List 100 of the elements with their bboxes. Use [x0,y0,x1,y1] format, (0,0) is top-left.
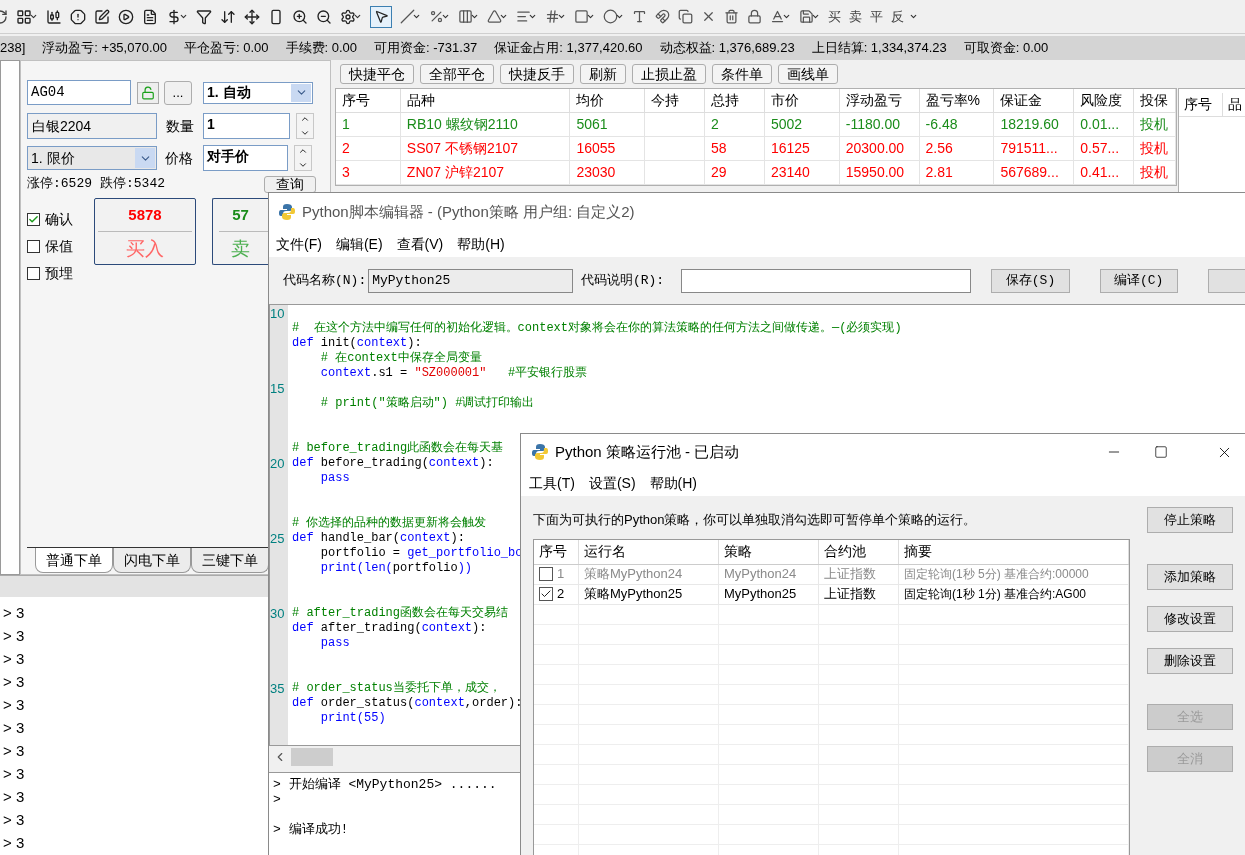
save-icon[interactable] [799,9,814,24]
price-type-select[interactable]: 1. 限价 [27,146,157,170]
copy-icon[interactable] [678,9,693,24]
column-header[interactable]: 市价 [764,89,840,112]
column-header[interactable]: 序号 [534,539,579,564]
action-button[interactable]: 快捷反手 [500,64,574,84]
menu-item[interactable]: 文件(F) [276,233,322,255]
menu-item[interactable]: 编辑(E) [335,233,383,255]
caret-icon[interactable] [586,12,595,21]
column-header[interactable]: 风险度 [1074,89,1135,112]
grid-icon[interactable] [16,8,32,25]
table-row[interactable]: 1 RB10 螺纹钢2110 5061 2 5002 -1180.00 -6.48 18219.60 0.01... 投机 [336,113,1176,137]
menu-item[interactable]: 设置(S) [588,472,636,494]
alert-icon[interactable] [70,8,86,25]
action-button[interactable]: 快捷平仓 [340,64,414,84]
toolbar-text-button[interactable]: 买 [828,6,841,27]
scrollbar-thumb[interactable] [291,748,333,766]
caret-icon[interactable] [528,12,537,21]
column-header[interactable]: 策略 [719,539,819,564]
pool-button[interactable]: 添加策略 [1147,564,1233,590]
caret-icon[interactable] [557,12,566,21]
code-field[interactable]: AG04 [27,80,131,105]
list-icon[interactable] [516,9,531,24]
toolbar-text-button[interactable]: 平 [870,6,883,27]
caret-icon[interactable] [179,12,188,21]
editor-button[interactable]: 编译(C) [1099,268,1178,293]
pool-button[interactable]: 停止策略 [1147,507,1233,533]
name-field[interactable]: MyPython25 [368,268,573,293]
action-button[interactable]: 全部平仓 [420,64,494,84]
menu-item[interactable]: 帮助(H) [649,472,697,494]
action-button[interactable]: 刷新 [580,64,626,84]
table-row[interactable]: 3 ZN07 沪锌2107 23030 29 23140 15950.00 2.81 567689... 0.41... 投机 [336,161,1176,185]
rectangle-icon[interactable] [268,8,284,25]
sell-button[interactable]: 57 卖 [212,198,268,265]
checkbox[interactable] [27,213,40,226]
checkbox[interactable] [27,267,40,280]
trash-icon[interactable] [724,9,739,24]
strategy-row[interactable]: 2 策略MyPython25 MyPython25 上证指数 固定轮询(1秒 1分) 基准合约:AG00 [534,584,1129,605]
caret-icon[interactable] [441,12,450,21]
column-header[interactable]: 摘要 [899,539,1129,564]
pointer-tool[interactable] [370,5,392,28]
text-icon[interactable] [632,9,647,24]
column-header[interactable]: 浮动盈亏 [839,89,920,112]
pool-button[interactable]: 修改设置 [1147,606,1233,632]
column-header[interactable]: 总持 [705,89,765,112]
hash-icon[interactable] [545,9,560,24]
column-header[interactable]: 运行名 [579,539,719,564]
circle-icon[interactable] [603,9,618,24]
column-header[interactable]: 保证金 [994,89,1075,112]
move-icon[interactable] [244,8,260,25]
pool-button[interactable]: 删除设置 [1147,648,1233,674]
settings-icon[interactable] [340,8,356,25]
query-button[interactable]: 查询 [264,175,316,193]
delete-icon[interactable] [701,9,716,24]
columns-icon[interactable] [458,9,473,24]
order-tab[interactable]: 闪电下单 [113,548,191,573]
column-header[interactable]: 序号 [1179,93,1223,116]
action-button[interactable]: 画线单 [778,64,838,84]
table-row[interactable]: 2 SS07 不锈钢2107 16055 58 16125 20300.00 2.56 791511... 0.57... 投机 [336,137,1176,161]
column-header[interactable]: 品种 [400,89,571,112]
square-icon[interactable] [574,9,589,24]
toolbar-text-button[interactable]: 反 [891,6,904,27]
maximize-icon[interactable] [1154,445,1169,459]
caret-icon[interactable] [615,12,624,21]
column-header[interactable]: 今持 [645,89,706,112]
column-header[interactable]: 均价 [570,89,646,112]
action-button[interactable]: 条件单 [712,64,772,84]
column-header[interactable]: 序号 [336,89,401,112]
dollar-icon[interactable] [166,8,182,25]
caret-icon[interactable] [782,12,791,21]
zoom-out-icon[interactable] [316,8,332,25]
checkbox[interactable] [539,587,553,601]
column-header[interactable]: 品 [1223,93,1245,116]
caret-icon[interactable] [412,12,421,21]
caret-icon[interactable] [353,12,362,21]
document-icon[interactable] [142,8,158,25]
lock-icon[interactable] [747,9,762,24]
play-icon[interactable] [118,8,134,25]
sort-icon[interactable] [220,8,236,25]
caret-icon[interactable] [909,12,918,21]
quantity-field[interactable]: 1 [203,113,290,139]
buy-button[interactable]: 5878 买入 [94,198,196,265]
menu-item[interactable]: 工具(T) [529,472,575,494]
description-field[interactable] [680,268,972,293]
percent-icon[interactable] [429,9,444,24]
column-header[interactable]: 盈亏率% [919,89,995,112]
toolbar-text-button[interactable]: 卖 [849,6,862,27]
lock-button[interactable] [137,81,159,104]
text-color-icon[interactable] [770,9,785,24]
checkbox[interactable] [539,567,553,581]
order-tab[interactable]: 三键下单 [191,548,269,573]
edit-icon[interactable] [94,8,110,25]
line-icon[interactable] [400,9,415,24]
zoom-in-icon[interactable] [292,8,308,25]
action-button[interactable]: 止损止盈 [632,64,706,84]
candlestick-icon[interactable] [46,8,62,25]
angle-icon[interactable] [487,9,502,24]
strategy-row[interactable]: 1 策略MyPython24 MyPython24 上证指数 固定轮询(1秒 5分) 基准合约:00000 [534,564,1129,585]
caret-icon[interactable] [29,12,38,21]
magnet-icon[interactable] [655,9,670,24]
